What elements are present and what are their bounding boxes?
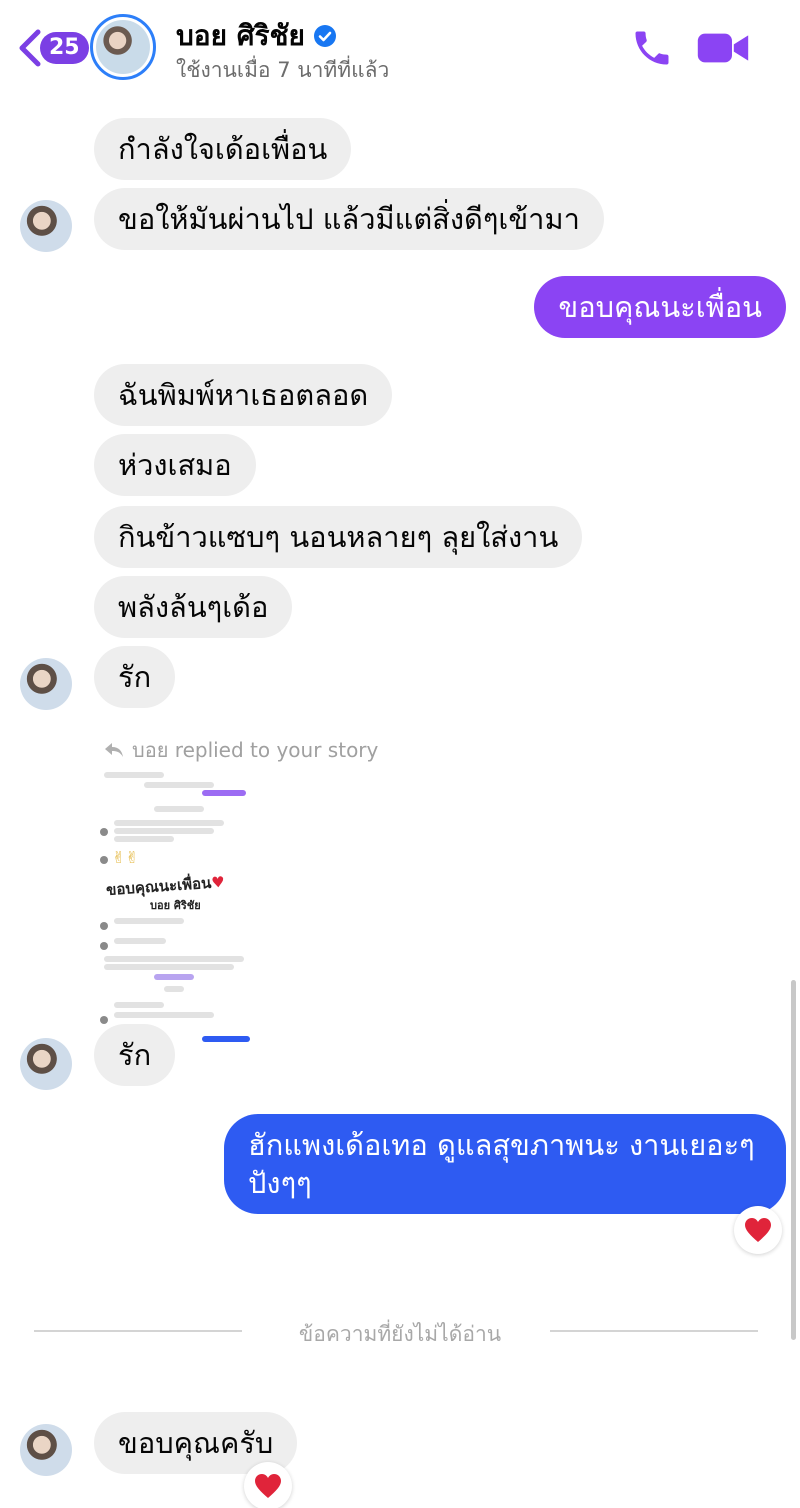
sender-avatar[interactable] — [20, 1424, 72, 1476]
message-outgoing[interactable]: ฮักแพงเด้อเทอ ดูแลสุขภาพนะ งานเยอะๆ ปังๆ… — [224, 1114, 786, 1214]
message-incoming[interactable]: พลังล้นๆเด้อ — [94, 576, 293, 638]
message-incoming[interactable]: รัก — [94, 646, 176, 708]
message-incoming[interactable]: รัก — [94, 1024, 176, 1086]
contact-name[interactable]: บอย ศิริชัย — [176, 14, 337, 58]
scrollbar[interactable] — [791, 980, 796, 1340]
sender-avatar[interactable] — [20, 200, 72, 252]
story-thumbnail[interactable]: ✌✌ ขอบคุณนะเพื่อน♥ บอย ศิริชัย — [94, 764, 256, 1050]
contact-avatar[interactable] — [90, 14, 156, 80]
heart-reaction[interactable] — [244, 1462, 292, 1508]
sender-avatar[interactable] — [20, 658, 72, 710]
message-incoming[interactable]: กินข้าวแซบๆ นอนหลายๆ ลุยใส่งาน — [94, 506, 583, 568]
sender-avatar[interactable] — [20, 1038, 72, 1090]
heart-reaction-icon — [255, 1474, 281, 1498]
message-incoming[interactable]: ห่วงเสมอ — [94, 434, 256, 496]
message-outgoing[interactable]: ขอบคุณนะเพื่อน — [534, 276, 786, 338]
message-incoming[interactable]: ฉันพิมพ์หาเธอตลอด — [94, 364, 393, 426]
phone-icon[interactable] — [630, 26, 674, 70]
story-reply-note: บอย replied to your story — [104, 734, 378, 766]
verified-badge-icon — [313, 25, 336, 47]
contact-name-text: บอย ศิริชัย — [176, 19, 305, 52]
active-status: ใช้งานเมื่อ 7 นาทีที่แล้ว — [176, 58, 390, 82]
heart-reaction-icon — [745, 1218, 771, 1242]
story-caption-name: บอย ศิริชัย — [150, 899, 201, 912]
divider-line-right — [550, 1330, 758, 1332]
unread-divider-label: ข้อความที่ยังไม่ได้อ่าน — [298, 1322, 502, 1346]
chat-header: 25 บอย ศิริชัย ใช้งานเมื่อ 7 นาทีที่แล้ว — [0, 0, 800, 92]
video-camera-icon[interactable] — [696, 26, 750, 70]
story-emoji: ✌✌ — [112, 848, 139, 867]
heart-reaction[interactable] — [734, 1206, 782, 1254]
story-reply-label: บอย replied to your story — [132, 738, 379, 762]
message-incoming[interactable]: ขอให้มันผ่านไป แล้วมีแต่สิ่งดีๆเข้ามา — [94, 188, 604, 250]
reply-arrow-icon — [105, 743, 123, 757]
message-incoming[interactable]: กำลังใจเด้อเพื่อน — [94, 118, 352, 180]
unread-count-badge: 25 — [40, 32, 89, 64]
back-button[interactable]: 25 — [12, 28, 89, 68]
